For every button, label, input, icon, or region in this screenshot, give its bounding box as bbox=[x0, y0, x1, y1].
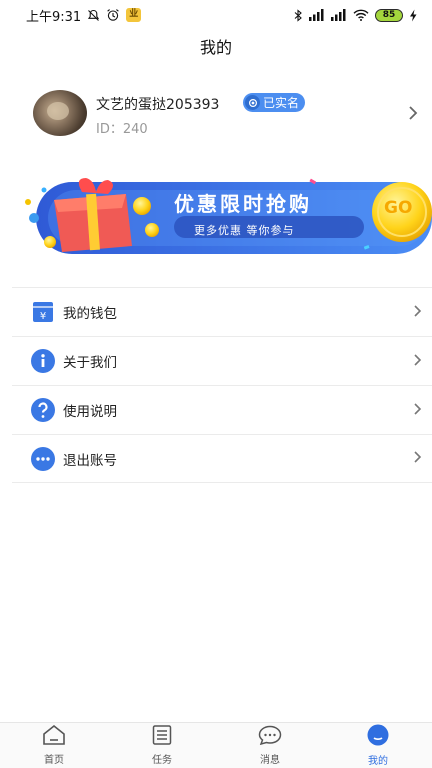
profile-card[interactable]: 文艺的蛋挞205393 已实名 ID：240 bbox=[0, 86, 432, 142]
message-icon bbox=[258, 725, 282, 749]
status-left: 上午9:31 业 bbox=[26, 6, 142, 25]
chevron-right-icon bbox=[413, 352, 422, 371]
chevron-right-icon bbox=[408, 105, 418, 125]
avatar[interactable] bbox=[33, 90, 87, 136]
banner-title: 优惠限时抢购 bbox=[174, 192, 312, 216]
tab-profile[interactable]: 我的 bbox=[324, 723, 432, 768]
page-title: 我的 bbox=[199, 38, 232, 57]
chevron-right-icon bbox=[413, 303, 422, 322]
wifi-icon bbox=[353, 9, 369, 21]
tab-messages[interactable]: 消息 bbox=[216, 723, 324, 768]
tab-tasks[interactable]: 任务 bbox=[108, 723, 216, 768]
status-time: 上午9:31 bbox=[26, 9, 82, 25]
banner-go-button[interactable]: GO bbox=[384, 198, 412, 218]
user-name: 文艺的蛋挞205393 bbox=[96, 97, 220, 113]
shield-check-icon bbox=[245, 95, 260, 110]
menu-item-instructions[interactable]: 使用说明 bbox=[12, 385, 432, 434]
menu-item-about[interactable]: 关于我们 bbox=[12, 336, 432, 385]
tab-label-tasks: 任务 bbox=[152, 755, 172, 766]
app-notification-badge: 业 bbox=[126, 8, 142, 22]
charging-icon bbox=[409, 9, 418, 22]
chevron-right-icon bbox=[413, 401, 422, 420]
banner-subtitle: 更多优惠 等你参与 bbox=[194, 224, 295, 237]
menu-item-logout[interactable]: 退出账号 bbox=[12, 434, 432, 483]
menu-list: ¥ 我的钱包 关于我们 使用说明 退出账号 bbox=[12, 287, 432, 483]
tab-home[interactable]: 首页 bbox=[0, 723, 108, 768]
chevron-right-icon bbox=[413, 449, 422, 468]
profile-icon bbox=[367, 724, 389, 750]
svg-text:¥: ¥ bbox=[40, 311, 46, 322]
wallet-icon: ¥ bbox=[30, 299, 56, 325]
menu-label-logout: 退出账号 bbox=[63, 452, 117, 469]
info-icon bbox=[30, 348, 56, 374]
verified-label: 已实名 bbox=[263, 96, 300, 110]
alarm-icon bbox=[106, 8, 120, 22]
menu-label-wallet: 我的钱包 bbox=[63, 306, 117, 322]
tab-label-home: 首页 bbox=[44, 755, 64, 766]
more-icon bbox=[30, 446, 56, 472]
notifications-muted-icon bbox=[87, 9, 100, 22]
list-icon bbox=[152, 725, 172, 749]
banner-art bbox=[25, 178, 432, 254]
signal-icon-2 bbox=[331, 9, 347, 21]
bottom-tab-bar: 首页 任务 消息 我的 bbox=[0, 722, 432, 768]
promo-banner[interactable]: 优惠限时抢购 更多优惠 等你参与 GO bbox=[14, 172, 432, 262]
menu-item-wallet[interactable]: ¥ 我的钱包 bbox=[12, 287, 432, 336]
status-right: 85 bbox=[293, 8, 418, 22]
tab-label-messages: 消息 bbox=[260, 755, 280, 766]
tab-label-profile: 我的 bbox=[368, 756, 388, 767]
help-icon bbox=[30, 397, 56, 423]
menu-label-instructions: 使用说明 bbox=[63, 404, 117, 420]
user-id: ID：240 bbox=[96, 122, 148, 137]
menu-label-about: 关于我们 bbox=[63, 355, 117, 371]
battery-indicator: 85 bbox=[375, 8, 403, 22]
status-bar: 上午9:31 业 85 bbox=[0, 0, 432, 30]
signal-icon bbox=[309, 9, 325, 21]
verified-badge: 已实名 bbox=[243, 93, 306, 112]
home-icon bbox=[41, 724, 67, 749]
bluetooth-icon bbox=[293, 8, 303, 22]
